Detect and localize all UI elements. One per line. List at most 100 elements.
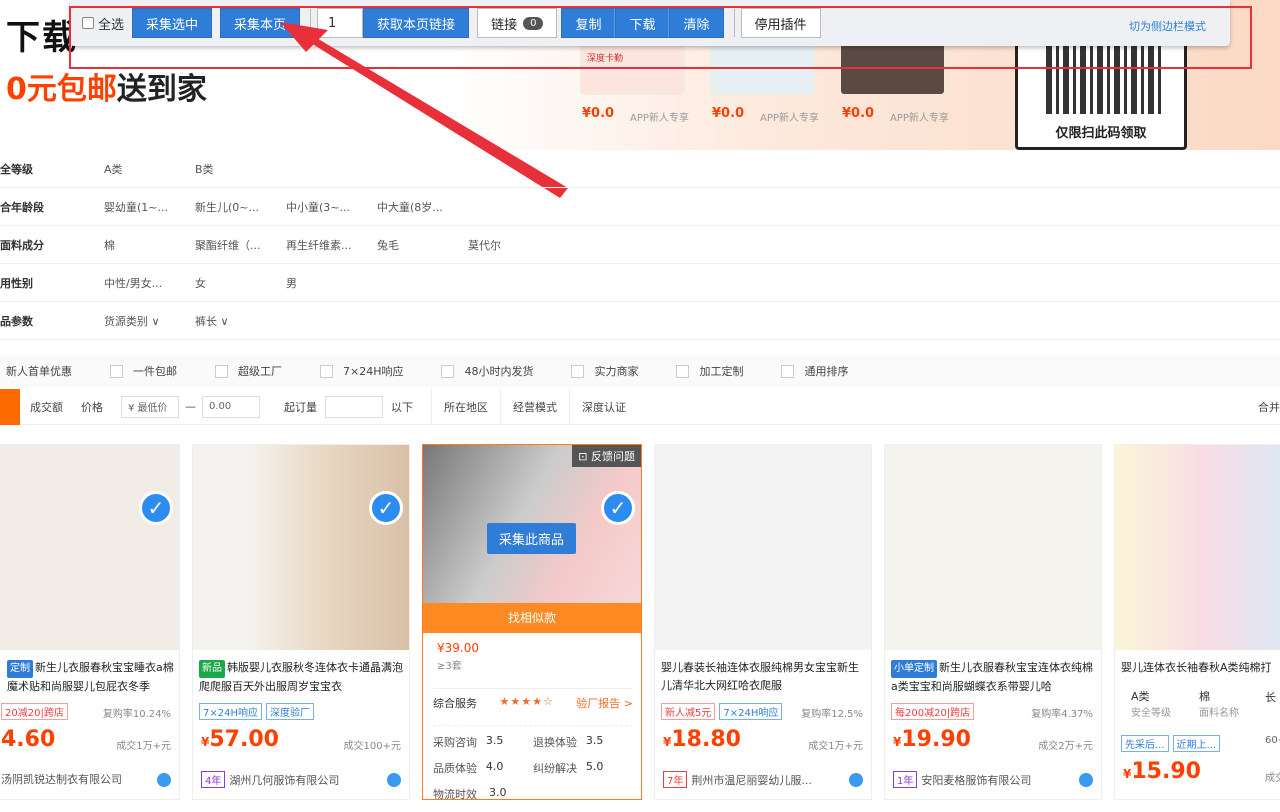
shop-name[interactable]: 汤阴凯锐达制衣有限公司 (1, 771, 122, 787)
filter-option[interactable]: 聚酯纤维（... (195, 237, 286, 253)
quick-filter-item[interactable]: 7×24H响应 (320, 363, 403, 379)
coupon-price: ¥0.0 (842, 106, 875, 121)
quick-filter-checkbox[interactable] (215, 364, 228, 378)
product-price: ¥57.00 (201, 727, 279, 752)
find-similar-button[interactable]: 找相似款 (423, 603, 641, 633)
sort-by-price[interactable]: 价格 (81, 399, 103, 415)
quick-filter-label: 新人首单优惠 (6, 365, 72, 378)
product-price-value: 18.80 (671, 727, 741, 752)
quick-filter-item[interactable]: 加工定制 (676, 363, 743, 379)
region-dropdown[interactable]: 所在地区 (431, 388, 500, 425)
chat-icon[interactable] (387, 773, 401, 787)
product-title[interactable]: 小单定制 新生儿衣服春秋宝宝连体衣纯棉a类宝宝和尚服蝴蝶衣系带婴儿哈 (891, 659, 1097, 695)
quick-filter-item[interactable]: 通用排序 (781, 363, 848, 379)
filter-option[interactable]: 中性/男女... (104, 275, 195, 291)
quick-filter-checkbox[interactable] (781, 364, 795, 378)
filter-option[interactable]: 中小童(3~... (286, 199, 377, 215)
merge-toggle[interactable]: 合并 (1258, 399, 1280, 415)
coupon-card[interactable]: ¥0.0 APP新人专享 (840, 40, 950, 125)
product-title-text: 韩版婴儿衣服秋冬连体衣卡通晶满泡爬爬服百天外出服周岁宝宝衣 (199, 661, 403, 693)
chat-icon[interactable] (1079, 773, 1093, 787)
quick-filter-item[interactable]: 48小时内发货 (441, 363, 533, 379)
chat-icon[interactable] (157, 773, 171, 787)
shop-name[interactable]: 荆州市温尼丽婴幼儿服... (691, 772, 812, 788)
checkbox-box[interactable] (82, 17, 94, 29)
quick-filter-checkbox[interactable] (320, 364, 333, 378)
chat-icon[interactable] (849, 773, 863, 787)
product-card[interactable]: ✓ 新品 韩版婴儿衣服秋冬连体衣卡通晶满泡爬爬服百天外出服周岁宝宝衣 7×24H响… (192, 444, 410, 800)
filter-option[interactable]: 女 (195, 275, 286, 291)
qr-code (1046, 46, 1164, 114)
attribute-label: 安全等级 (1131, 708, 1171, 719)
quick-filter-checkbox[interactable] (571, 364, 585, 378)
shop-info[interactable]: 汤阴凯锐达制衣有限公司 (1, 771, 122, 787)
quick-filter-item[interactable]: 一件包邮 (110, 363, 177, 379)
filter-dropdown[interactable]: 货源类别 ∨ (104, 313, 195, 329)
product-title[interactable]: 新品 韩版婴儿衣服秋冬连体衣卡通晶满泡爬爬服百天外出服周岁宝宝衣 (199, 659, 405, 695)
business-mode-dropdown[interactable]: 经营模式 (500, 388, 569, 425)
product-title[interactable]: 婴儿春装长袖连体衣服纯棉男女宝宝新生儿清华北大网红哈衣爬服 (661, 659, 867, 695)
sort-default-tab[interactable] (0, 388, 20, 425)
product-image[interactable] (885, 445, 1101, 650)
collect-product-button[interactable]: 采集此商品 (487, 523, 577, 554)
product-card[interactable]: ✓ 定制 新生儿衣服春秋宝宝睡衣a棉魔术贴和尚服婴儿包屁衣冬季 20减20|跨店 … (0, 444, 180, 800)
get-page-links-button[interactable]: 获取本页链接 (363, 8, 470, 38)
shop-info[interactable]: 4年 湖州几何服饰有限公司 (201, 771, 339, 788)
sort-by-turnover[interactable]: 成交额 (30, 399, 63, 415)
quick-filter-item[interactable]: 实力商家 (571, 363, 638, 379)
product-image[interactable] (0, 445, 179, 650)
filter-dropdown[interactable]: 裤长 ∨ (195, 313, 286, 329)
certification-dropdown[interactable]: 深度认证 (569, 388, 638, 425)
copy-button[interactable]: 复制 (561, 8, 616, 38)
moq-input[interactable] (325, 395, 383, 418)
filter-option[interactable]: 新生儿(0~... (195, 199, 286, 215)
disable-plugin-button[interactable]: 停用插件 (740, 8, 821, 38)
selected-check-icon[interactable]: ✓ (369, 491, 403, 525)
quick-filter-item[interactable]: 超级工厂 (215, 363, 282, 379)
quick-filter-checkbox[interactable] (441, 364, 455, 378)
sold-amount: 成交1万+元 (808, 741, 863, 752)
product-image[interactable] (655, 445, 871, 650)
max-price-input[interactable]: 0.00 (202, 395, 260, 418)
filter-option[interactable]: A类 (104, 161, 195, 177)
selected-check-icon[interactable]: ✓ (601, 491, 635, 525)
filter-option[interactable]: 男 (286, 275, 377, 291)
switch-sidebar-link[interactable]: 切为侧边栏模式 (1129, 18, 1206, 34)
product-card-hover[interactable]: ⊡ 反馈问题 ✓ 采集此商品 找相似款 ¥39.00 ≥3套 综合服务 ★★★★☆… (422, 444, 642, 801)
shop-name[interactable]: 安阳麦格服饰有限公司 (921, 772, 1031, 788)
product-card[interactable]: 婴儿春装长袖连体衣服纯棉男女宝宝新生儿清华北大网红哈衣爬服 新人减5元 7×24H… (654, 444, 872, 800)
selected-check-icon[interactable]: ✓ (139, 491, 173, 525)
product-title[interactable]: 婴儿连体衣长袖春秋A类纯棉打 (1121, 659, 1280, 677)
coupon-card[interactable]: 深度卡勤 ¥0.0 APP新人专享 (580, 40, 690, 125)
filter-option[interactable]: 莫代尔 (468, 237, 559, 253)
collect-page-button[interactable]: 采集本页 (220, 8, 301, 38)
collect-selected-button[interactable]: 采集选中 (132, 8, 213, 38)
product-image[interactable] (1115, 445, 1280, 650)
filter-option[interactable]: 兔毛 (377, 237, 468, 253)
coupon-card[interactable]: ¥0.0 APP新人专享 (710, 40, 820, 125)
product-title[interactable]: 定制 新生儿衣服春秋宝宝睡衣a棉魔术贴和尚服婴儿包屁衣冬季 (0, 659, 175, 695)
download-button[interactable]: 下载 (615, 8, 670, 38)
quick-filter-item[interactable]: 新人首单优惠 (6, 363, 72, 379)
min-price-input[interactable]: ¥ 最低价 (121, 395, 179, 418)
shop-info[interactable]: 7年 荆州市温尼丽婴幼儿服... (663, 771, 812, 788)
shop-info[interactable]: 1年 安阳麦格服饰有限公司 (893, 771, 1031, 788)
select-all-checkbox[interactable]: 全选 (82, 14, 124, 33)
filter-option[interactable]: 婴幼童(1~... (104, 199, 195, 215)
quick-filter-checkbox[interactable] (110, 364, 123, 378)
page-number-input[interactable]: 1 (317, 8, 364, 38)
filter-option[interactable]: 棉 (104, 237, 195, 253)
product-image[interactable] (193, 445, 409, 650)
attribute-block: 棉面料名称 (1199, 689, 1239, 722)
shop-name[interactable]: 湖州几何服饰有限公司 (229, 772, 339, 788)
links-counter[interactable]: 链接 0 (477, 8, 558, 38)
feedback-button[interactable]: ⊡ 反馈问题 (572, 445, 641, 467)
quick-filter-checkbox[interactable] (676, 364, 690, 378)
filter-option[interactable]: 再生纤维素... (286, 237, 377, 253)
clear-button[interactable]: 清除 (669, 8, 724, 38)
product-card[interactable]: 婴儿连体衣长袖春秋A类纯棉打 A类 安全等级 棉面料名称 长 先采后... 近期上.… (1114, 444, 1280, 800)
factory-report-link[interactable]: 验厂报告 > (576, 695, 633, 711)
filter-option[interactable]: 中大童(8岁... (377, 199, 468, 215)
product-card[interactable]: 小单定制 新生儿衣服春秋宝宝连体衣纯棉a类宝宝和尚服蝴蝶衣系带婴儿哈 每200减2… (884, 444, 1102, 800)
filter-option[interactable]: B类 (195, 161, 286, 177)
